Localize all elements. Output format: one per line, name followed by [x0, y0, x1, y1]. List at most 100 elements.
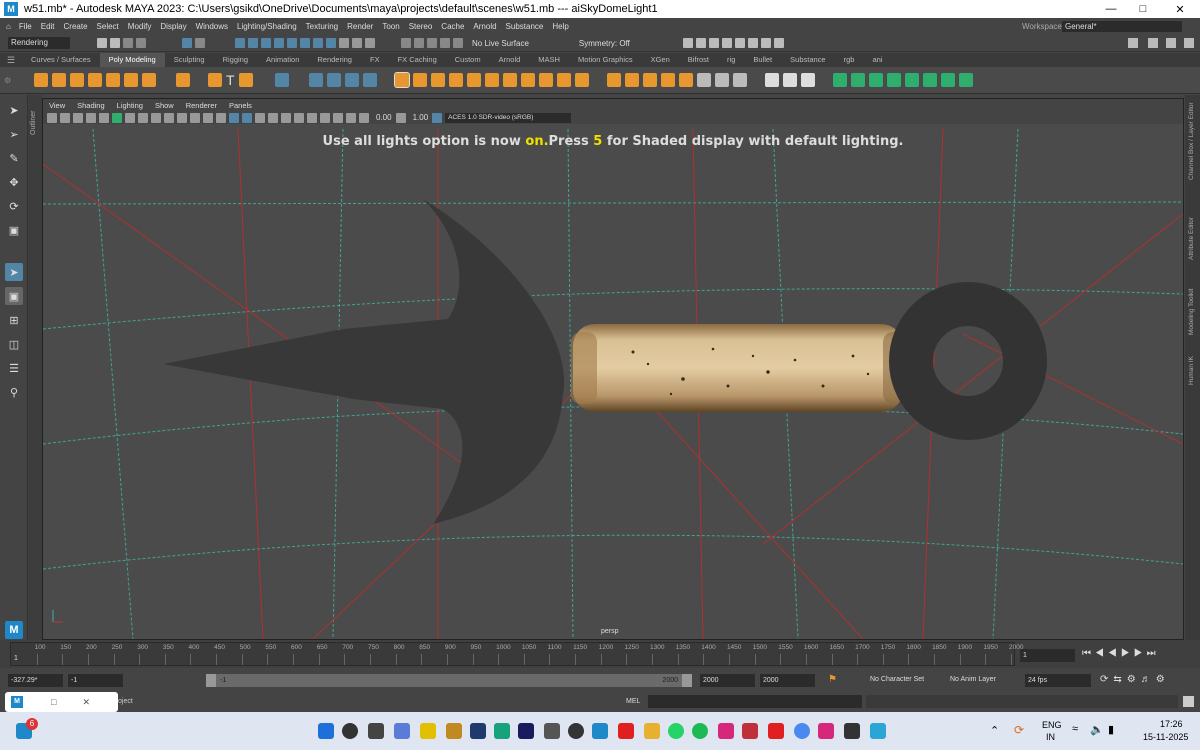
xray-joints-icon[interactable] [281, 112, 291, 123]
undo-icon[interactable] [123, 38, 133, 48]
app-icon-4[interactable] [742, 723, 758, 739]
render-view-icon[interactable] [682, 38, 693, 48]
tab-rig[interactable]: rig [718, 53, 744, 67]
playback-controls[interactable]: ⏮◀◀▶▶⏭ [1082, 648, 1160, 659]
motion-blur-icon[interactable] [216, 112, 226, 123]
chrome-icon[interactable] [794, 723, 810, 739]
app-icon-8[interactable] [870, 723, 886, 739]
boolean-icon[interactable] [344, 73, 359, 87]
task-view-icon[interactable] [368, 723, 384, 739]
open-scene-icon[interactable] [97, 38, 107, 48]
spin-edge-icon[interactable] [732, 73, 747, 87]
menu-edit[interactable]: Edit [41, 22, 55, 31]
playback-start-field[interactable]: -1 [68, 674, 123, 687]
tab-channel-box[interactable]: Channel Box / Layer Editor [1188, 102, 1195, 180]
uv-layout-icon[interactable] [850, 73, 865, 87]
search-icon[interactable] [342, 723, 358, 739]
panel-menu-view[interactable]: View [49, 101, 65, 110]
chamfer-icon[interactable] [660, 73, 675, 87]
render-current-icon[interactable] [695, 38, 706, 48]
offset-loop-icon[interactable] [574, 73, 589, 87]
file-explorer-icon[interactable] [644, 723, 660, 739]
camera-attr-icon[interactable] [60, 112, 70, 123]
menu-windows[interactable]: Windows [196, 22, 228, 31]
menu-modify[interactable]: Modify [128, 22, 152, 31]
smooth-shade-icon[interactable] [138, 112, 148, 123]
range-handle-start[interactable] [206, 674, 216, 687]
whatsapp-icon[interactable] [668, 723, 684, 739]
volume-icon[interactable]: 🔈 [1090, 723, 1104, 736]
menu-cache[interactable]: Cache [441, 22, 464, 31]
tab-motion-graphics[interactable]: Motion Graphics [569, 53, 642, 67]
new-scene-icon[interactable] [84, 38, 94, 48]
bevel-icon[interactable] [412, 73, 427, 87]
app-icon-7[interactable] [844, 723, 860, 739]
panel-menu-shading[interactable]: Shading [77, 101, 105, 110]
edge-loop-icon[interactable] [556, 73, 571, 87]
multisample-aa-icon[interactable] [229, 112, 239, 123]
auto-key-icon[interactable]: ⚑ [828, 674, 837, 685]
poly-cone-icon[interactable] [88, 73, 102, 87]
uv-sew-icon[interactable] [958, 73, 973, 87]
super-shape-icon[interactable] [208, 73, 222, 87]
youtube-icon[interactable] [618, 723, 634, 739]
connect-icon[interactable] [520, 73, 535, 87]
spotify-icon[interactable] [692, 723, 708, 739]
snap-point-icon[interactable] [248, 38, 258, 48]
color-management-icon[interactable] [432, 112, 443, 123]
tab-curves-surfaces[interactable]: Curves / Surfaces [22, 53, 100, 67]
menu-arnold[interactable]: Arnold [473, 22, 496, 31]
history-icon[interactable] [352, 38, 362, 48]
pencil-icon[interactable] [800, 73, 815, 87]
language-label[interactable]: ENG [1042, 720, 1062, 730]
home-icon[interactable]: ⌂ [6, 22, 11, 31]
menu-display[interactable]: Display [160, 22, 186, 31]
gamma-icon[interactable] [395, 112, 406, 123]
symmetry-select[interactable]: Symmetry: Off [579, 39, 630, 48]
workspace-select[interactable]: General* [1062, 21, 1182, 32]
depth-of-field-icon[interactable] [242, 112, 252, 123]
menuset-select[interactable]: Rendering [8, 37, 70, 49]
outliner-layout-icon[interactable]: ☰ [5, 359, 23, 377]
tab-modeling-toolkit[interactable]: Modeling Toolkit [1188, 289, 1195, 336]
uv-spherical-icon[interactable] [904, 73, 919, 87]
playback-options-icons[interactable]: ⟳⇆⚙♬⚙ [1100, 674, 1170, 685]
move-tool-icon[interactable]: ✥ [5, 173, 23, 191]
snap-together-icon[interactable] [453, 38, 463, 48]
animation-end-field[interactable]: 2000 [760, 674, 815, 687]
menu-help[interactable]: Help [552, 22, 568, 31]
render-settings-icon[interactable] [670, 38, 680, 48]
svg-tool-icon[interactable] [238, 73, 253, 87]
pause-icon[interactable] [773, 38, 784, 48]
script-editor-icon[interactable] [1183, 696, 1194, 707]
uv-cut-icon[interactable] [940, 73, 955, 87]
hypershade-icon[interactable] [721, 38, 732, 48]
single-view-icon[interactable]: ▣ [5, 287, 23, 305]
menu-select[interactable]: Select [97, 22, 119, 31]
rotate-tool-icon[interactable]: ⟳ [5, 197, 23, 215]
menu-create[interactable]: Create [64, 22, 88, 31]
select-component-icon[interactable] [195, 38, 205, 48]
snap-grid-icon[interactable] [222, 38, 232, 48]
shadows-icon[interactable] [190, 112, 200, 123]
poly-plane-icon[interactable] [124, 73, 138, 87]
toggle-attribute-icon[interactable] [1148, 38, 1158, 48]
uv-unfold-icon[interactable] [832, 73, 847, 87]
clock-date[interactable]: 15-11-2025 [1143, 732, 1188, 742]
bridge-icon[interactable] [430, 73, 445, 87]
menu-substance[interactable]: Substance [506, 22, 544, 31]
poke-icon[interactable] [678, 73, 693, 87]
mask-curve-icon[interactable] [326, 38, 336, 48]
panel-menu-renderer[interactable]: Renderer [186, 101, 217, 110]
after-effects-icon[interactable] [518, 723, 534, 739]
maya-home-icon[interactable]: M [5, 621, 23, 639]
tab-human-ik[interactable]: Human IK [1188, 356, 1195, 385]
current-frame-field[interactable]: 1 [1020, 649, 1075, 662]
menu-file[interactable]: File [19, 22, 32, 31]
tab-bullet[interactable]: Bullet [744, 53, 781, 67]
character-set-select[interactable]: No Character Set [870, 676, 924, 683]
menu-lighting-shading[interactable]: Lighting/Shading [237, 22, 297, 31]
save-scene-icon[interactable] [110, 38, 120, 48]
uv-planar-icon[interactable] [868, 73, 883, 87]
smooth-icon[interactable] [326, 73, 341, 87]
